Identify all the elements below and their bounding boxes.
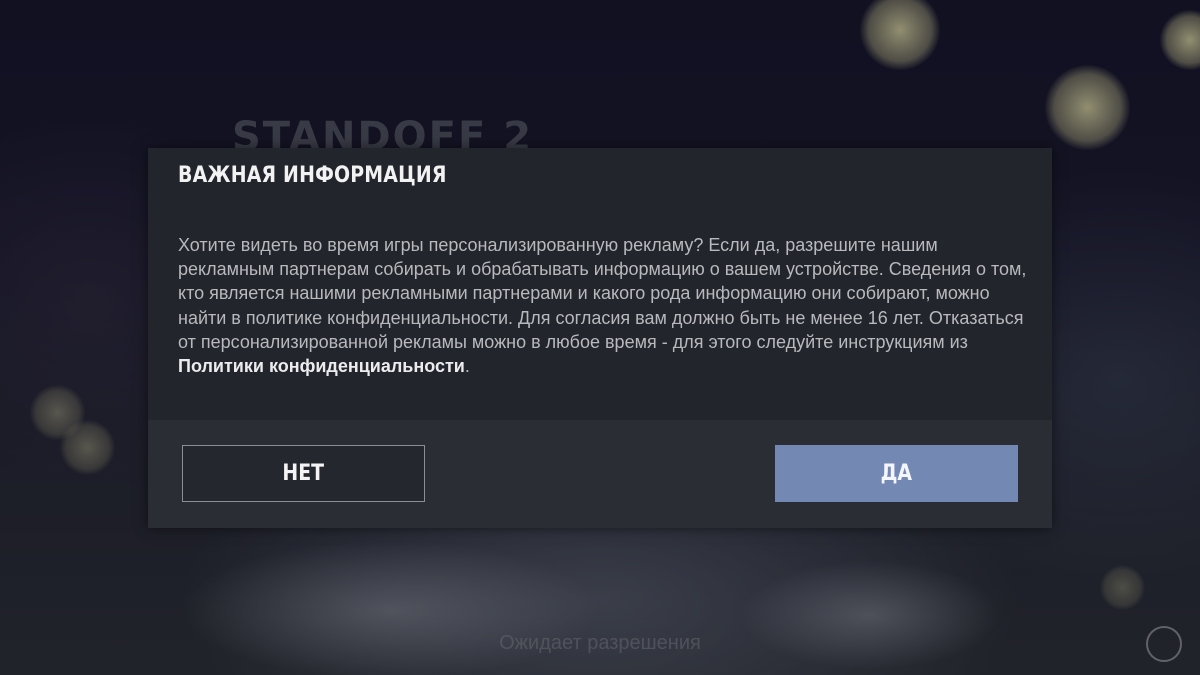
privacy-policy-link[interactable]: Политики конфиденциальности <box>178 356 465 376</box>
consent-dialog: ВАЖНАЯ ИНФОРМАЦИЯ Хотите видеть во время… <box>148 148 1052 528</box>
game-background: STANDOFF 2 Ожидает разрешения ВАЖНАЯ ИНФ… <box>0 0 1200 675</box>
dialog-body-text: Хотите видеть во время игры персонализир… <box>178 235 1027 352</box>
yes-button-label: ДА <box>880 461 913 486</box>
yes-button[interactable]: ДА <box>775 445 1018 502</box>
dialog-body-end: . <box>464 356 470 377</box>
dialog-footer: НЕТ ДА <box>148 420 1052 528</box>
no-button[interactable]: НЕТ <box>182 445 425 502</box>
no-button-label: НЕТ <box>282 461 325 486</box>
dialog-body: Хотите видеть во время игры персонализир… <box>178 233 1028 378</box>
dialog-title: ВАЖНАЯ ИНФОРМАЦИЯ <box>178 163 447 188</box>
